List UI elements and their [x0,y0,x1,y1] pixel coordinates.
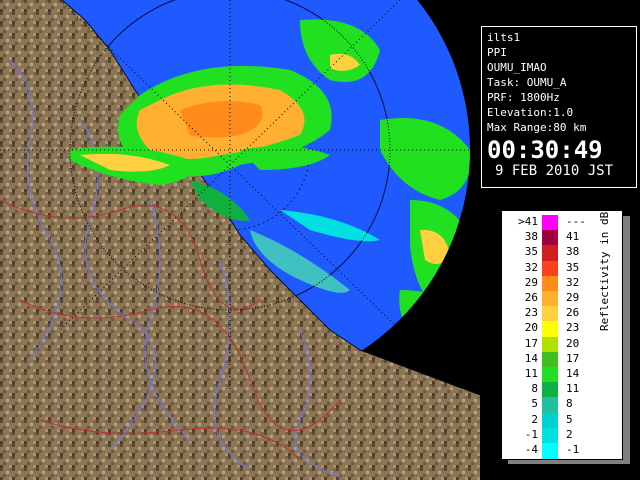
legend-high-value: 35 [566,260,580,274]
legend-high-value: 38 [566,245,580,259]
legend-low-value: 26 [524,291,538,304]
legend-color-swatch [542,291,558,307]
legend-high-value: 8 [566,397,573,411]
legend-row: 25 [502,412,592,429]
legend-high-value: --- [566,215,586,228]
legend-low-value: 35 [524,245,538,259]
legend-row: 20 23 [502,321,592,338]
scan-type: PPI [487,46,507,59]
max-range-value: Max Range:80 km [487,121,587,134]
legend-color-swatch [542,260,558,277]
legend-row: 26 29 [502,291,592,307]
legend-low-value: -4 [524,443,538,456]
legend-color-swatch [542,245,558,262]
legend-row: 38 41 [502,230,592,247]
legend-high-value: 14 [566,367,580,380]
legend-low-value: 23 [524,306,538,320]
elevation-value: Elevation:1.0 [487,106,574,119]
legend-color-swatch [542,215,558,231]
legend-color-swatch [542,321,558,338]
legend-row: 23 26 [502,306,592,323]
legend-row: 58 [502,397,592,414]
task-name: Task: OUMU_A [487,76,567,89]
legend-row: 35 38 [502,245,592,262]
legend-row: 17 20 [502,336,592,353]
legend-row: -4 -1 [502,443,592,459]
legend-low-value: 8 [531,382,538,396]
legend-color-swatch [542,367,558,383]
legend-color-swatch [542,397,558,414]
legend-row: 32 35 [502,260,592,277]
legend-row: 8 11 [502,382,592,399]
legend-high-value: 20 [566,336,580,350]
legend-row: >41 --- [502,215,592,231]
site-name: OUMU_IMAO [487,61,547,74]
legend-low-value: 11 [524,367,538,380]
radar-name: ilts1 [487,31,521,44]
scan-time: 00:30:49 [487,136,603,164]
legend-color-swatch [542,336,558,353]
legend-row: 14 17 [502,351,592,368]
legend-high-value: 32 [566,275,580,289]
legend-row: -1 2 [502,427,592,444]
legend-row: 11 14 [502,367,592,383]
legend-low-value: >41 [518,215,538,228]
legend-color-swatch [542,230,558,247]
legend-low-value: 17 [524,336,538,350]
legend-unit-label: Reflectivity in dBZ [598,205,611,331]
legend-high-value: 17 [566,351,580,365]
legend-low-value: 5 [531,397,538,411]
legend-high-value: 29 [566,291,580,304]
legend-high-value: 23 [566,321,580,335]
legend-high-value: -1 [566,443,580,456]
legend-color-swatch [542,306,558,323]
prf-value: PRF: 1800Hz [487,91,560,104]
reflectivity-legend: >41 --- 38 41 35 38 32 35 29 32 26 29 23 26 20 23 17 20 14… [501,205,623,460]
legend-low-value: 38 [524,230,538,244]
legend-low-value: -1 [524,427,538,441]
scan-info-panel: ilts1 PPI OUMU_IMAO Task: OUMU_A PRF: 18… [481,26,637,188]
legend-low-value: 29 [524,275,538,289]
legend-high-value: 5 [566,412,573,426]
legend-color-swatch [542,275,558,292]
legend-high-value: 11 [566,382,580,396]
legend-color-swatch [542,427,558,444]
legend-low-value: 2 [531,412,538,426]
legend-color-swatch [542,412,558,429]
legend-high-value: 41 [566,230,580,244]
legend-row: 29 32 [502,275,592,292]
legend-color-swatch [542,443,558,459]
legend-high-value: 26 [566,306,580,320]
legend-high-value: 2 [566,427,573,441]
legend-low-value: 14 [524,351,538,365]
legend-low-value: 20 [524,321,538,335]
legend-low-value: 32 [524,260,538,274]
legend-color-swatch [542,351,558,368]
scan-date: 9 FEB 2010 JST [495,163,614,179]
legend-color-swatch [542,382,558,399]
